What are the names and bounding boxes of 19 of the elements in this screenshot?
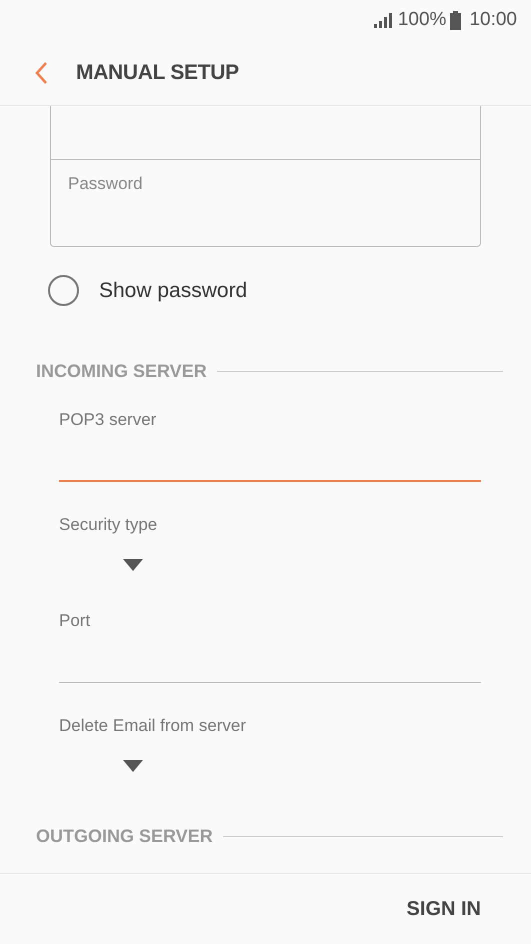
- field-label: Delete Email from server: [59, 715, 248, 737]
- back-icon: [34, 60, 48, 84]
- clock: 10:00: [469, 8, 517, 32]
- field-label: Port: [59, 610, 92, 632]
- battery-percent: 100%: [398, 8, 446, 32]
- caret-icon: [123, 559, 143, 572]
- screen-title: MANUAL SETUP: [76, 60, 239, 86]
- section-heading: INCOMING SERVER: [36, 360, 207, 382]
- signal-icon: [374, 12, 394, 28]
- sign-in-button[interactable]: SIGN IN: [406, 894, 481, 924]
- show-password-label: Show password: [99, 278, 248, 304]
- field-label: POP3 server: [59, 408, 158, 430]
- show-password-radio[interactable]: [48, 275, 79, 306]
- caret-icon: [123, 760, 143, 772]
- field-label: Security type: [59, 514, 158, 536]
- input-field[interactable]: [50, 106, 481, 160]
- password-field[interactable]: Password: [50, 160, 481, 247]
- battery-icon: [450, 10, 462, 30]
- section-heading: OUTGOING SERVER: [36, 824, 213, 848]
